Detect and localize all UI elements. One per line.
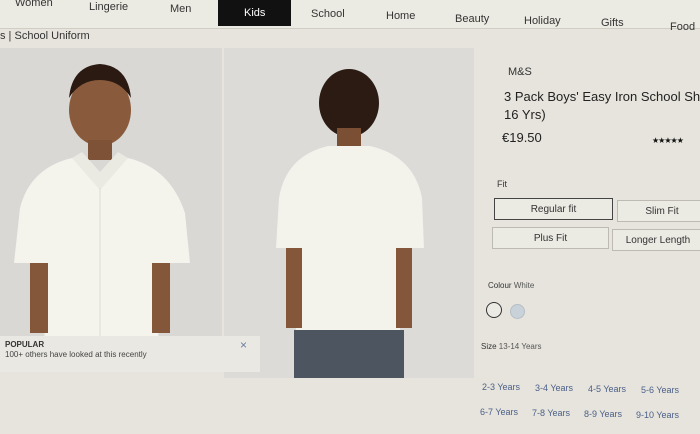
nav-item-women[interactable]: Women xyxy=(15,0,53,9)
product-image-front[interactable] xyxy=(0,48,222,348)
nav-item-men[interactable]: Men xyxy=(170,3,191,15)
colour-label: Colour White xyxy=(488,281,534,290)
product-price: €19.50 xyxy=(502,130,542,145)
fit-option-regular[interactable]: Regular fit xyxy=(494,198,613,220)
size-value: 13-14 Years xyxy=(498,342,542,351)
colour-swatch-white[interactable] xyxy=(486,302,502,318)
size-option-2-3[interactable]: 2-3 Years xyxy=(482,382,520,392)
top-navigation: Women Lingerie Men Kids School Home Beau… xyxy=(0,0,700,33)
fit-option-slim[interactable]: Slim Fit xyxy=(617,200,700,222)
size-option-4-5[interactable]: 4-5 Years xyxy=(588,384,626,394)
breadcrumb-prev[interactable]: s xyxy=(0,30,6,42)
size-option-7-8[interactable]: 7-8 Years xyxy=(532,408,570,418)
nav-item-gifts[interactable]: Gifts xyxy=(601,17,624,29)
fit-option-plus[interactable]: Plus Fit xyxy=(492,227,609,249)
nav-item-school[interactable]: School xyxy=(311,8,345,20)
size-option-8-9[interactable]: 8-9 Years xyxy=(584,409,622,419)
nav-item-home[interactable]: Home xyxy=(386,10,415,22)
rating-stars[interactable]: ★★★★★ xyxy=(652,136,684,145)
product-title-line2: 16 Yrs) xyxy=(504,107,546,122)
size-option-3-4[interactable]: 3-4 Years xyxy=(535,383,573,393)
close-icon[interactable]: × xyxy=(240,338,247,352)
size-label-text: Size xyxy=(481,342,497,351)
popular-title: POPULAR xyxy=(5,340,45,349)
breadcrumb: s | School Uniform xyxy=(0,30,90,42)
size-option-9-10[interactable]: 9-10 Years xyxy=(636,410,679,420)
fit-label: Fit xyxy=(497,179,507,189)
size-option-5-6[interactable]: 5-6 Years xyxy=(641,385,679,395)
product-title-line1: 3 Pack Boys' Easy Iron School Sh xyxy=(504,89,700,104)
colour-label-text: Colour xyxy=(488,281,512,290)
colour-value: White xyxy=(513,281,535,290)
popular-text: 100+ others have looked at this recently xyxy=(5,350,147,359)
popular-banner: POPULAR 100+ others have looked at this … xyxy=(0,336,260,372)
nav-item-beauty[interactable]: Beauty xyxy=(455,13,489,25)
product-image-back[interactable] xyxy=(224,48,474,378)
product-title: 3 Pack Boys' Easy Iron School Sh 16 Yrs) xyxy=(504,88,700,124)
nav-item-holiday[interactable]: Holiday xyxy=(524,15,561,27)
product-brand: M&S xyxy=(508,66,532,78)
colour-swatch-blue[interactable] xyxy=(510,304,525,319)
size-option-6-7[interactable]: 6-7 Years xyxy=(480,407,518,417)
nav-item-kids[interactable]: Kids xyxy=(218,0,292,26)
size-label: Size 13-14 Years xyxy=(481,342,542,351)
breadcrumb-current: School Uniform xyxy=(14,30,90,42)
fit-option-longer[interactable]: Longer Length xyxy=(612,229,700,251)
nav-item-food[interactable]: Food xyxy=(670,21,695,33)
nav-item-lingerie[interactable]: Lingerie xyxy=(89,1,128,13)
